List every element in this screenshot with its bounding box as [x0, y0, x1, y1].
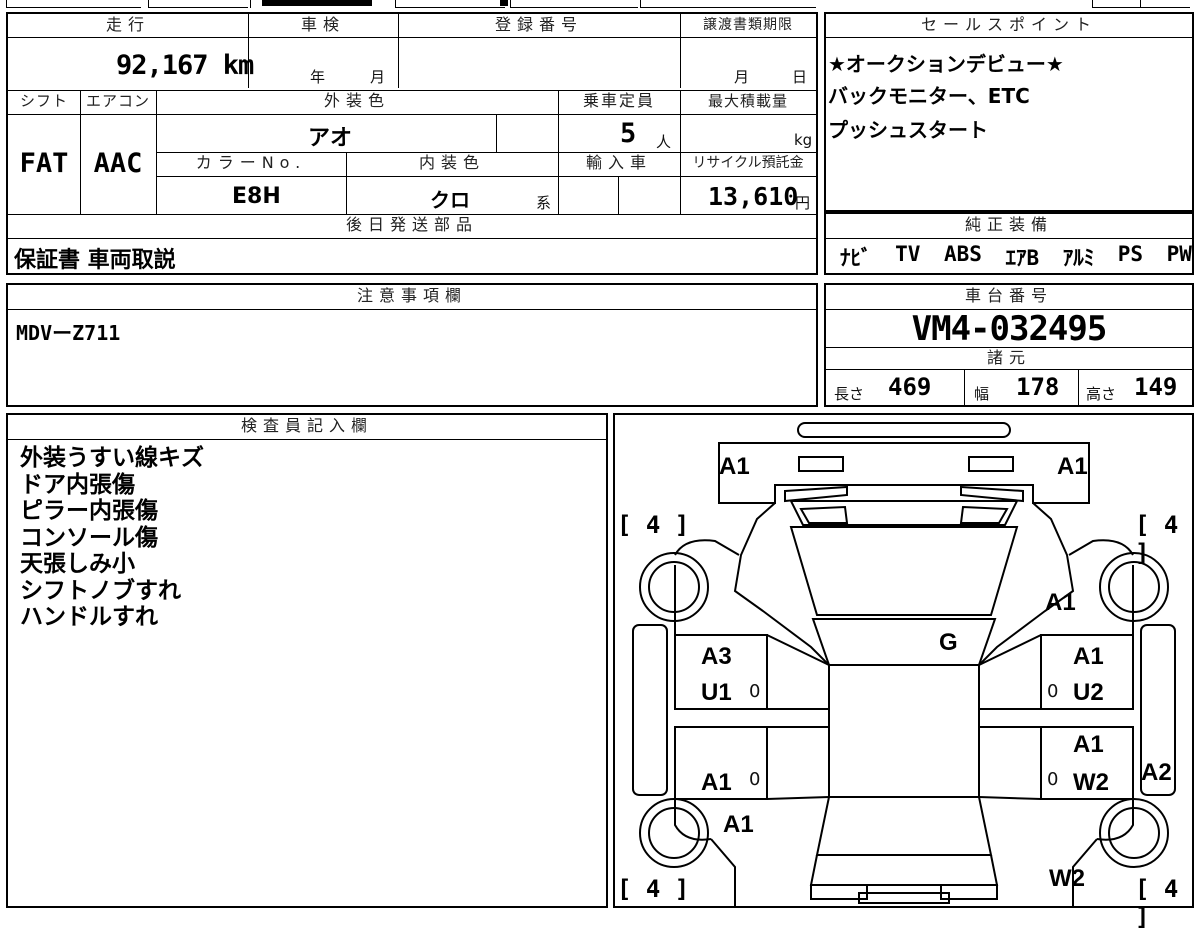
notes-value: MDVーZ711	[16, 321, 121, 345]
header-interior-color: 内装色	[418, 153, 485, 172]
equipment-airbag: ｴｱB	[1005, 246, 1040, 270]
interior-color-value: クロ	[430, 188, 470, 212]
equipment-pw: PW	[1166, 242, 1192, 266]
mark-left-front-door: A3	[701, 643, 732, 670]
inspection-year-unit: 年	[310, 68, 326, 86]
header-registration: 登録番号	[494, 15, 583, 34]
header-import: 輸入車	[585, 153, 652, 172]
sales-point-1: ★オークションデビュー★	[828, 52, 1064, 76]
recycle-unit: 円	[795, 194, 811, 212]
mark-right-rear-side: A2	[1141, 759, 1172, 786]
inspector-box: 検査員記入欄 外装うすい線キズ ドア内張傷 ピラー内張傷 コンソール傷 天張しみ…	[6, 413, 608, 908]
sales-point-2: バックモニター、ETC	[828, 84, 1030, 108]
zero-right-front: 0	[1047, 681, 1059, 702]
header-specs: 諸元	[986, 348, 1031, 367]
header-transfer-deadline: 譲渡書類期限	[703, 17, 793, 33]
header-genuine-equipment: 純正装備	[964, 215, 1053, 234]
inspection-month-unit: 月	[370, 68, 386, 86]
inspector-note: ドア内張傷	[20, 471, 135, 498]
sales-point-3: プッシュスタート	[828, 118, 988, 142]
height-label: 高さ	[1086, 385, 1117, 403]
header-chassis: 車台番号	[964, 286, 1053, 305]
inspector-notes-list: 外装うすい線キズ ドア内張傷 ピラー内張傷 コンソール傷 天張しみ小 シフトノブ…	[20, 445, 204, 631]
later-parts-value: 保証書 車両取説	[14, 248, 176, 273]
equipment-tv: TV	[895, 242, 921, 266]
header-recycle: リサイクル預託金	[692, 155, 804, 171]
height-value: 149	[1134, 373, 1178, 401]
mark-right-front-door: A1	[1073, 643, 1104, 670]
chassis-number: VM4-032495	[911, 309, 1108, 349]
recycle-fee-value: 13,610	[708, 182, 799, 211]
equipment-abs: ABS	[943, 242, 982, 266]
vehicle-info-table: 走行 車検 登録番号 譲渡書類期限 92,167 km 年 月 月 日 シフト …	[6, 12, 818, 275]
mark-left-rear-fender: A1	[723, 811, 754, 838]
mark-left-rear-door: A1	[701, 769, 732, 796]
transfer-day-unit: 日	[792, 68, 808, 86]
header-inspector: 検査員記入欄	[240, 416, 373, 435]
zero-left-rear: 0	[749, 769, 761, 790]
width-value: 178	[1016, 373, 1060, 401]
header-later-parts: 後日発送部品	[345, 215, 478, 234]
color-no-value: E8H	[232, 184, 281, 209]
mark-right-rear-door: A1	[1073, 731, 1104, 758]
header-mileage: 走行	[105, 15, 150, 34]
header-exterior-color: 外装色	[323, 91, 390, 110]
equipment-nav: ﾅﾋﾞ	[840, 246, 872, 270]
header-aircon: エアコン	[85, 92, 150, 110]
sales-points-box: セールスポイント ★オークションデビュー★ バックモニター、ETC プッシュスタ…	[824, 12, 1194, 212]
notes-box: 注意事項欄 MDVーZ711	[6, 283, 818, 407]
tire-rear-left: [ 4 ]	[617, 875, 690, 903]
mark-front-left: A1	[719, 453, 750, 480]
tire-front-left: [ 4 ]	[617, 511, 690, 539]
header-sales-points: セールスポイント	[920, 15, 1097, 34]
max-load-unit: kg	[794, 131, 813, 149]
header-shift: シフト	[19, 92, 68, 110]
transfer-month-unit: 月	[734, 68, 750, 86]
exterior-color-value: アオ	[308, 126, 353, 151]
length-label: 長さ	[834, 385, 865, 403]
interior-suffix: 系	[536, 194, 552, 212]
header-notes: 注意事項欄	[356, 286, 467, 305]
mark-roof: G	[939, 629, 958, 656]
width-label: 幅	[974, 385, 990, 403]
mileage-value: 92,167 km	[116, 50, 254, 81]
genuine-equipment-box: 純正装備 ﾅﾋﾞ TV ABS ｴｱB ｱﾙﾐ PS PW	[824, 212, 1194, 275]
inspector-note: シフトノブすれ	[20, 577, 181, 604]
mark-right-front-door-2: U2	[1073, 679, 1104, 706]
inspector-note: 外装うすい線キズ	[20, 445, 204, 471]
inspector-note: ハンドルすれ	[20, 604, 158, 630]
capacity-unit: 人	[656, 133, 672, 151]
tire-front-right: [ 4 ]	[1135, 511, 1179, 567]
chassis-box: 車台番号 VM4-032495 諸元 長さ 469 幅 178 高さ 149	[824, 283, 1194, 407]
vehicle-damage-diagram: [ 4 ] [ 4 ] [ 4 ] [ 4 ] A1 A1 A1 G A3 U1…	[613, 413, 1194, 931]
mark-left-front-door-2: U1	[701, 679, 732, 706]
zero-left-front: 0	[749, 681, 761, 702]
tire-rear-right: [ 4 ]	[1135, 875, 1179, 931]
header-capacity: 乗車定員	[582, 91, 655, 110]
zero-right-rear: 0	[1047, 769, 1059, 790]
equipment-list: ﾅﾋﾞ TV ABS ｴｱB ｱﾙﾐ PS PW	[840, 242, 1192, 272]
header-max-load: 最大積載量	[707, 92, 788, 110]
aircon-value: AAC	[93, 148, 143, 179]
mark-right-fender: A1	[1045, 589, 1076, 616]
inspector-note: 天張しみ小	[20, 551, 135, 577]
mark-right-rear-door-2: W2	[1073, 769, 1109, 796]
mark-front-right: A1	[1057, 453, 1088, 480]
shift-value: FAT	[19, 148, 69, 179]
inspector-note: ピラー内張傷	[20, 498, 158, 524]
mark-rear-right: W2	[1049, 865, 1085, 892]
length-value: 469	[888, 373, 932, 401]
header-inspection: 車検	[300, 15, 345, 34]
equipment-ps: PS	[1117, 242, 1144, 266]
header-color-no: カラーNo.	[195, 153, 307, 172]
capacity-value: 5	[620, 118, 637, 149]
inspector-note: コンソール傷	[20, 524, 158, 551]
equipment-alloy: ｱﾙﾐ	[1062, 246, 1095, 270]
top-strip	[0, 0, 1200, 9]
